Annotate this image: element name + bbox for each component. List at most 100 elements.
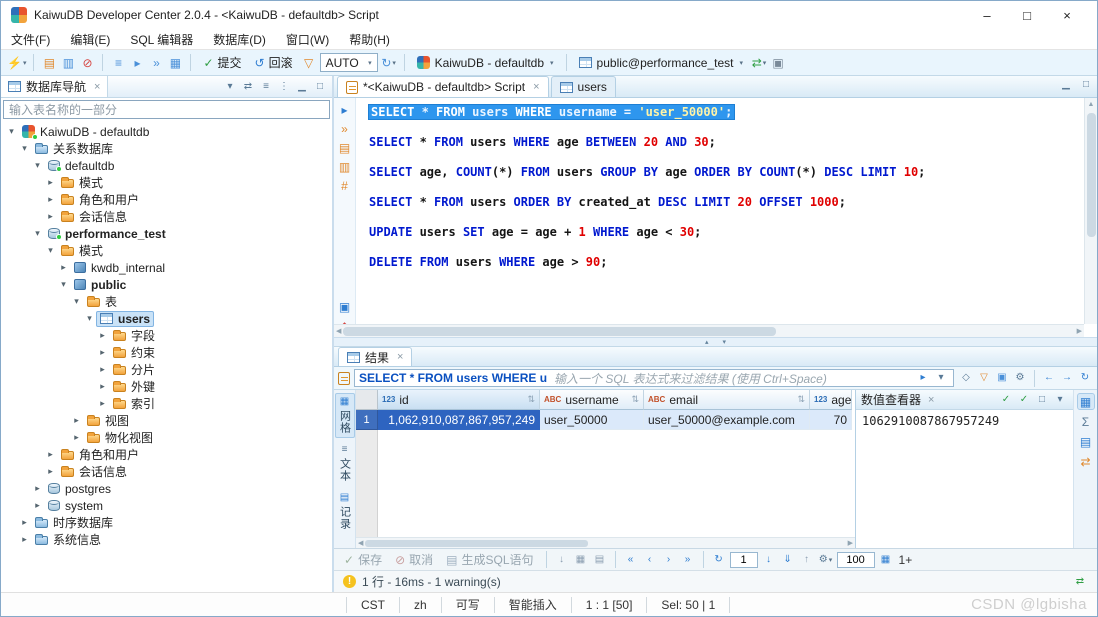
sort-icon[interactable]: ⇅: [527, 394, 535, 405]
column-header-age[interactable]: 123age⇅: [810, 390, 852, 410]
collapse-down-icon[interactable]: ▾: [723, 339, 727, 346]
refresh-connection-icon[interactable]: ⇄▾: [751, 54, 767, 72]
database-navigator-tab[interactable]: 数据库导航 ×: [1, 76, 108, 97]
collapse-up-icon[interactable]: ▴: [705, 339, 709, 346]
collapse-all-icon[interactable]: ≡: [258, 78, 274, 96]
cell-email[interactable]: user_50000@example.com: [644, 410, 810, 430]
filter-caret-icon[interactable]: ▾: [222, 78, 238, 96]
last-row-icon[interactable]: »: [680, 551, 696, 569]
next-result-icon[interactable]: →: [1059, 369, 1075, 387]
references-panel-icon[interactable]: ⇄: [1078, 454, 1094, 469]
tree-expand-icon[interactable]: ▸: [18, 517, 31, 528]
tree-item-角色和用户[interactable]: ▸角色和用户: [1, 446, 332, 463]
row-number[interactable]: 1: [356, 410, 378, 430]
tree-expand-icon[interactable]: ▸: [18, 534, 31, 545]
previous-row-icon[interactable]: ‹: [642, 551, 658, 569]
record-mode-tab[interactable]: ▤记录: [335, 489, 355, 534]
scroll-thumb[interactable]: [365, 540, 588, 547]
scroll-thumb[interactable]: [343, 327, 776, 336]
tree-expand-icon[interactable]: ▸: [44, 177, 57, 188]
tree-item-视图[interactable]: ▸视图: [1, 412, 332, 429]
result-filter-input[interactable]: SELECT * FROM users WHERE u 输入一个 SQL 表达式…: [354, 369, 954, 387]
view-menu-icon[interactable]: ⋮: [276, 78, 292, 96]
execute-script-icon[interactable]: »: [148, 54, 164, 72]
zoom-grid-icon[interactable]: ▤: [592, 551, 608, 569]
maximize-editor-icon[interactable]: □: [1078, 76, 1094, 94]
tree-expand-icon[interactable]: ▾: [5, 126, 18, 137]
results-grid[interactable]: 123id⇅ABCusername⇅ABCemail⇅123age⇅ 11,06…: [356, 390, 855, 548]
fetch-save-icon[interactable]: ↑: [799, 551, 815, 569]
menu-item[interactable]: 窗口(W): [286, 31, 329, 48]
tree-expand-icon[interactable]: ▾: [70, 296, 83, 307]
first-row-icon[interactable]: «: [623, 551, 639, 569]
grid-layout-icon[interactable]: ▦: [573, 551, 589, 569]
commit-button[interactable]: ✓提交: [198, 53, 246, 73]
sql-text-area[interactable]: SELECT * FROM users WHERE username = 'us…: [356, 98, 1097, 337]
connection-select[interactable]: KaiwuDB - defaultdb▾: [412, 53, 559, 73]
editor-results-splitter[interactable]: ▴ ▾: [334, 338, 1097, 347]
results-tab[interactable]: 结果 ×: [338, 347, 412, 366]
metadata-panel-icon[interactable]: ▤: [1078, 434, 1094, 449]
result-settings-icon[interactable]: ⚙: [1012, 369, 1028, 387]
format-sql-icon[interactable]: ≡: [110, 54, 126, 72]
tree-expand-icon[interactable]: ▸: [44, 466, 57, 477]
tree-expand-icon[interactable]: ▸: [96, 398, 109, 409]
tree-item-public[interactable]: ▾public: [1, 276, 332, 293]
tree-item-字段[interactable]: ▸字段: [1, 327, 332, 344]
column-header-id[interactable]: 123id⇅: [378, 390, 540, 410]
fetch-size-input[interactable]: [837, 552, 875, 568]
output-console-icon[interactable]: ▣: [770, 54, 786, 72]
tree-expand-icon[interactable]: ▾: [83, 313, 96, 324]
tree-item-模式[interactable]: ▾模式: [1, 242, 332, 259]
close-value-viewer-icon[interactable]: ×: [928, 394, 934, 406]
maximize-value-icon[interactable]: □: [1034, 391, 1050, 409]
tree-item-外键[interactable]: ▸外键: [1, 378, 332, 395]
delete-row-icon[interactable]: ⊘: [79, 54, 95, 72]
cell-username[interactable]: user_50000: [540, 410, 644, 430]
cell-id[interactable]: 1,062,910,087,867,957,249: [378, 410, 540, 430]
maximize-view-icon[interactable]: □: [312, 78, 328, 96]
close-navigator-icon[interactable]: ×: [94, 81, 100, 93]
menu-item[interactable]: 文件(F): [11, 31, 50, 48]
close-tab-icon[interactable]: ×: [533, 81, 539, 93]
rollback-button[interactable]: ↺回滚: [250, 53, 298, 73]
editor-vertical-scrollbar[interactable]: ▲: [1084, 98, 1097, 324]
tree-expand-icon[interactable]: ▸: [70, 432, 83, 443]
execute-script-icon[interactable]: »: [337, 121, 353, 136]
menu-item[interactable]: 编辑(E): [70, 31, 110, 48]
value-panel-icon[interactable]: ▦: [1078, 394, 1094, 409]
tree-item-模式[interactable]: ▸模式: [1, 174, 332, 191]
tree-item-角色和用户[interactable]: ▸角色和用户: [1, 191, 332, 208]
editor-horizontal-scrollbar[interactable]: ◀ ▶: [334, 324, 1084, 337]
value-menu-icon[interactable]: ▾: [1052, 391, 1068, 409]
generate-sql-button[interactable]: ▤生成SQL语句: [441, 550, 538, 570]
scroll-thumb[interactable]: [1087, 113, 1096, 237]
tree-item-分片[interactable]: ▸分片: [1, 361, 332, 378]
grid-view-tab[interactable]: ▦网格: [335, 393, 355, 438]
tree-item-物化视图[interactable]: ▸物化视图: [1, 429, 332, 446]
fetch-next-page-icon[interactable]: ↓: [761, 551, 777, 569]
minimize-button[interactable]: –: [967, 8, 1007, 23]
minimize-view-icon[interactable]: ▁: [294, 78, 310, 96]
cancel-button[interactable]: ⊘取消: [390, 550, 438, 570]
tree-item-postgres[interactable]: ▸postgres: [1, 480, 332, 497]
export-resultset-icon[interactable]: ↓: [554, 551, 570, 569]
custom-filter-icon[interactable]: ▽: [976, 369, 992, 387]
menu-item[interactable]: 数据库(D): [213, 31, 266, 48]
tab-users[interactable]: users: [551, 76, 616, 97]
tree-item-表[interactable]: ▾表: [1, 293, 332, 310]
tree-expand-icon[interactable]: ▸: [96, 347, 109, 358]
grid-corner[interactable]: [356, 390, 378, 410]
save-value-icon[interactable]: ✓: [998, 391, 1014, 409]
export-result-icon[interactable]: ▥: [337, 159, 353, 174]
row-number-input[interactable]: [730, 552, 758, 568]
fetch-all-rows-icon[interactable]: ⇓: [780, 551, 796, 569]
text-view-tab[interactable]: ≡文本: [335, 441, 355, 486]
autocommit-filter-icon[interactable]: ▽: [301, 54, 317, 72]
tree-expand-icon[interactable]: ▸: [44, 211, 57, 222]
tree-expand-icon[interactable]: ▸: [70, 415, 83, 426]
connection-plug-icon[interactable]: ⚡▾: [7, 54, 26, 72]
previous-result-icon[interactable]: ←: [1041, 369, 1057, 387]
apply-filter-icon[interactable]: ▸: [915, 369, 931, 387]
table-name-filter-input[interactable]: 输入表名称的一部分: [3, 100, 330, 119]
